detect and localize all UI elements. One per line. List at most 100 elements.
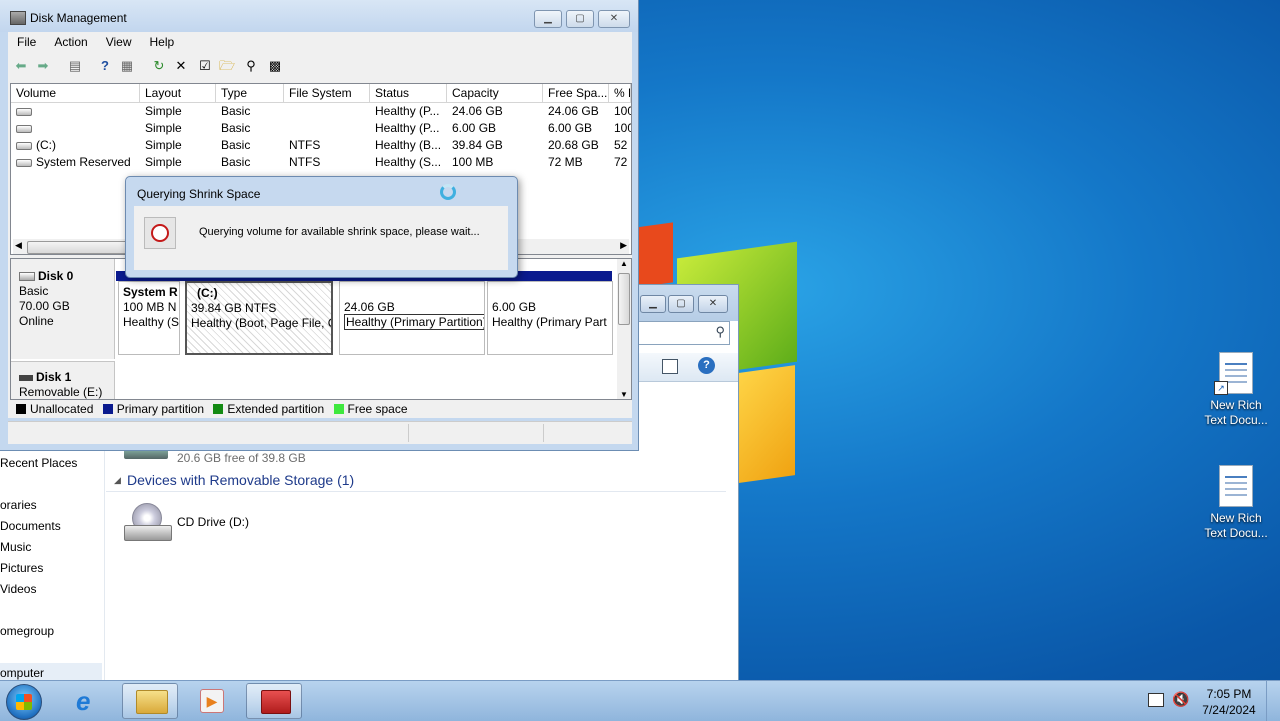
- preview-pane-icon[interactable]: [662, 359, 678, 374]
- cell-pct: 100: [614, 121, 631, 135]
- section-divider: [106, 491, 726, 492]
- nav-item[interactable]: Pictures: [0, 558, 43, 579]
- start-button[interactable]: [6, 684, 42, 720]
- taskbar-explorer[interactable]: [122, 683, 178, 719]
- table-row[interactable]: (C:) Simple Basic NTFS Healthy (B... 39.…: [11, 137, 631, 154]
- back-arrow-icon[interactable]: ⬅: [12, 57, 30, 75]
- menu-bar: File Action View Help: [8, 32, 632, 52]
- volume-drive-icon: [16, 158, 32, 167]
- properties-icon[interactable]: ▦: [118, 57, 136, 75]
- partition-size: 6.00 GB: [492, 300, 537, 314]
- toolbar: ⬅ ➡ ▤ ? ▦ ↻ ✕ ☑ 🗁 ⚲ ▩: [8, 52, 632, 81]
- disk0-label[interactable]: Disk 0 Basic 70.00 GB Online: [11, 259, 115, 359]
- disk0-size: 70.00 GB: [19, 299, 70, 313]
- nav-item[interactable]: oraries: [0, 495, 37, 516]
- check-icon[interactable]: ☑: [196, 57, 214, 75]
- desktop-icon-rtf-2[interactable]: New Rich Text Docu...: [1200, 465, 1272, 541]
- scroll-left-icon[interactable]: ◀: [15, 240, 22, 251]
- removable-disk-icon: [19, 374, 33, 381]
- col-percent-free[interactable]: % F: [609, 84, 631, 102]
- zoom-icon[interactable]: ⚲: [242, 57, 260, 75]
- table-row[interactable]: Simple Basic Healthy (P... 24.06 GB 24.0…: [11, 103, 631, 120]
- volume-drive-icon: [16, 107, 32, 116]
- col-file-system[interactable]: File System: [284, 84, 370, 102]
- col-layout[interactable]: Layout: [140, 84, 216, 102]
- cell-pct: 100: [614, 104, 631, 118]
- taskbar-disk-management[interactable]: [246, 683, 302, 719]
- partition-6gb[interactable]: 6.00 GB Healthy (Primary Part: [487, 281, 613, 355]
- partition-24gb[interactable]: 24.06 GB Healthy (Primary Partition): [339, 281, 485, 355]
- partition-system-reserved[interactable]: System R 100 MB N Healthy (S: [118, 281, 180, 355]
- col-volume[interactable]: Volume: [11, 84, 140, 102]
- restore-button[interactable]: ▢: [566, 10, 594, 28]
- nav-item[interactable]: Recent Places: [0, 453, 77, 474]
- dialog-body: Querying volume for available shrink spa…: [134, 206, 508, 270]
- col-capacity[interactable]: Capacity: [447, 84, 543, 102]
- scroll-right-icon[interactable]: ▶: [620, 240, 627, 251]
- media-player-icon: ▶: [200, 689, 224, 713]
- network-icon[interactable]: [1148, 693, 1164, 707]
- partition-size: 39.84 GB NTFS: [191, 301, 277, 315]
- drive-free-text: 20.6 GB free of 39.8 GB: [177, 451, 306, 465]
- table-row[interactable]: Simple Basic Healthy (P... 6.00 GB 6.00 …: [11, 120, 631, 137]
- show-desktop-button[interactable]: [1266, 681, 1280, 721]
- partition-c-drive[interactable]: (C:) 39.84 GB NTFS Healthy (Boot, Page F…: [185, 281, 333, 355]
- document-icon: ↗: [1214, 352, 1253, 395]
- refresh-icon[interactable]: ↻: [150, 57, 168, 75]
- restore-button[interactable]: ▢: [668, 295, 694, 313]
- menu-view[interactable]: View: [97, 32, 141, 52]
- open-folder-icon[interactable]: 🗁: [218, 57, 236, 75]
- desktop-icon-rtf-1[interactable]: ↗ New Rich Text Docu...: [1200, 352, 1272, 428]
- settings-grid-icon[interactable]: ▩: [266, 57, 284, 75]
- close-button[interactable]: ✕: [698, 295, 728, 313]
- nav-item[interactable]: Videos: [0, 579, 36, 600]
- partition-size: 24.06 GB: [344, 300, 395, 314]
- menu-help[interactable]: Help: [141, 32, 184, 52]
- cd-drive-label[interactable]: CD Drive (D:): [177, 515, 249, 529]
- taskbar-internet-explorer[interactable]: e: [62, 683, 118, 719]
- cell-volume: System Reserved: [36, 155, 131, 169]
- nav-item[interactable]: Documents: [0, 516, 61, 537]
- disk1-kind: Removable (E:): [19, 385, 103, 399]
- cell-free: 6.00 GB: [548, 121, 593, 135]
- vertical-scrollbar[interactable]: ▲ ▼: [617, 259, 631, 399]
- cell-pct: 72: [614, 155, 628, 169]
- cell-capacity: 6.00 GB: [452, 121, 497, 135]
- nav-item[interactable]: Music: [0, 537, 31, 558]
- scroll-thumb[interactable]: [27, 241, 139, 254]
- partition-name: (C:): [197, 286, 218, 300]
- cd-drive-icon: [124, 503, 172, 543]
- scroll-down-icon[interactable]: ▼: [620, 390, 628, 399]
- disk1-label[interactable]: Disk 1 Removable (E:): [11, 361, 115, 399]
- cell-layout: Simple: [145, 104, 182, 118]
- menu-file[interactable]: File: [8, 32, 45, 52]
- clock-time: 7:05 PM: [1206, 687, 1252, 701]
- cell-free: 20.68 GB: [548, 138, 599, 152]
- col-status[interactable]: Status: [370, 84, 447, 102]
- help-book-icon[interactable]: ?: [96, 57, 114, 75]
- scroll-thumb[interactable]: [618, 273, 630, 325]
- col-type[interactable]: Type: [216, 84, 284, 102]
- disk0-name: Disk 0: [38, 269, 74, 283]
- table-row[interactable]: System Reserved Simple Basic NTFS Health…: [11, 154, 631, 171]
- forward-arrow-icon[interactable]: ➡: [34, 57, 52, 75]
- close-button[interactable]: ✕: [598, 10, 630, 28]
- cell-type: Basic: [221, 121, 251, 135]
- taskbar-media-player[interactable]: ▶: [184, 683, 240, 719]
- section-header-removable[interactable]: Devices with Removable Storage (1): [127, 472, 354, 488]
- minimize-button[interactable]: ▁: [534, 10, 562, 28]
- show-hide-console-tree-icon[interactable]: ▤: [66, 57, 84, 75]
- menu-action[interactable]: Action: [45, 32, 96, 52]
- scroll-up-icon[interactable]: ▲: [620, 259, 628, 268]
- col-free-space[interactable]: Free Spa...: [543, 84, 609, 102]
- volume-muted-icon[interactable]: 🔇: [1172, 691, 1189, 708]
- system-clock[interactable]: 7:05 PM 7/24/2024: [1196, 686, 1262, 718]
- help-icon[interactable]: ?: [698, 357, 715, 374]
- cell-capacity: 39.84 GB: [452, 138, 503, 152]
- collapse-arrow-icon[interactable]: ◢: [114, 475, 121, 486]
- minimize-button[interactable]: ▁: [640, 295, 666, 313]
- nav-item[interactable]: omegroup: [0, 621, 54, 642]
- dialog-title: Querying Shrink Space: [137, 187, 261, 201]
- search-icon: ⚲: [715, 324, 725, 339]
- delete-icon[interactable]: ✕: [172, 57, 190, 75]
